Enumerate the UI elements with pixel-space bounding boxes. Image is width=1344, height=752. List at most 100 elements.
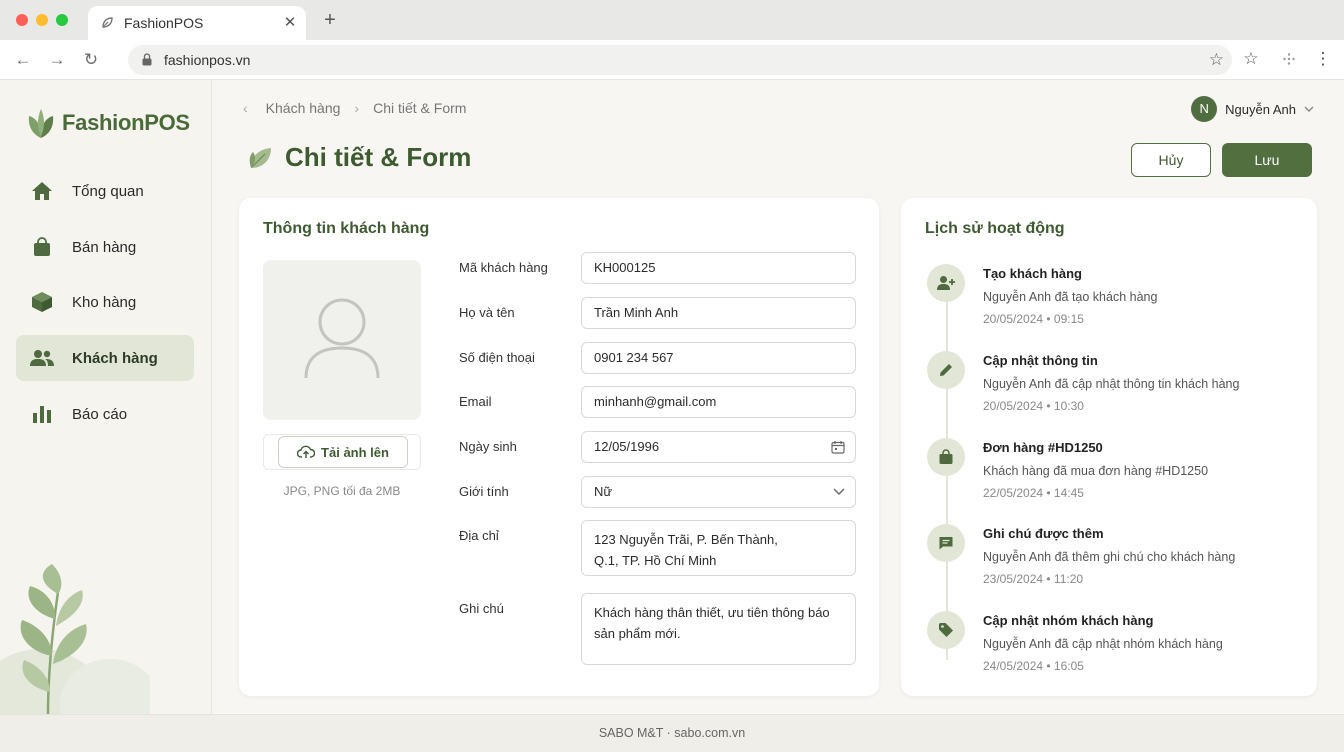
forward-icon[interactable]: → (46, 49, 68, 71)
users-icon (30, 346, 54, 370)
timeline-desc: Nguyễn Anh đã thêm ghi chú cho khách hàn… (983, 550, 1236, 564)
home-icon (30, 179, 54, 203)
browser-toolbar: ← → ↻ fashionpos.vn ☆ ☆ ⋮ (0, 40, 1344, 80)
timeline-item: Tạo khách hàng Nguyễn Anh đã tạo khách h… (927, 264, 1297, 344)
timeline-desc: Khách hàng đã mua đơn hàng #HD1250 (983, 464, 1209, 478)
extensions-icon[interactable] (1278, 49, 1300, 71)
customer-info-card: Thông tin khách hàng Tải ảnh lên JPG, PN… (239, 198, 879, 696)
full-name-field[interactable]: Trần Minh Anh (581, 297, 856, 329)
email-label: Email (459, 394, 492, 409)
chevron-down-icon (833, 488, 845, 495)
sidebar-item-reports[interactable]: Báo cáo (16, 391, 194, 437)
card-title: Thông tin khách hàng (263, 220, 430, 237)
code-label: Mã khách hàng (459, 260, 548, 275)
window-close-button[interactable] (16, 14, 28, 26)
chat-note-icon (927, 524, 965, 562)
breadcrumb-current: Chi tiết & Form (373, 100, 467, 116)
logo: FashionPOS (26, 106, 190, 140)
page-title: Chi tiết & Form (285, 142, 472, 172)
browser-tab[interactable]: FashionPOS ✕ (88, 6, 306, 40)
upload-hint: JPG, PNG tối đa 2MB (283, 484, 401, 498)
timeline-desc: Nguyễn Anh đã cập nhật thông tin khách h… (983, 377, 1240, 391)
sidebar-item-overview[interactable]: Tổng quan (16, 168, 194, 214)
plant-decoration-icon (0, 564, 150, 714)
sidebar-item-inventory[interactable]: Kho hàng (16, 279, 194, 325)
timeline-title: Đơn hàng #HD1250 (983, 440, 1103, 455)
avatar-placeholder (263, 260, 421, 420)
gender-select[interactable]: Nữ (581, 476, 856, 508)
timeline-time: 23/05/2024 • 11:20 (983, 572, 1084, 586)
phone-field[interactable]: 0901 234 567 (581, 342, 856, 374)
name-label: Họ và tên (459, 305, 515, 320)
note-label: Ghi chú (459, 601, 504, 616)
back-chevron-icon[interactable]: ‹ (243, 100, 248, 116)
pencil-icon (927, 351, 965, 389)
bookmark-star-icon[interactable]: ☆ (1209, 50, 1224, 70)
avatar: N (1191, 96, 1218, 122)
bookmarks-icon[interactable]: ☆ (1240, 49, 1262, 69)
shopping-bag-icon (927, 438, 965, 476)
timeline-title: Tạo khách hàng (983, 266, 1082, 281)
chevron-down-icon (1304, 106, 1314, 112)
leaf-icon (249, 147, 271, 168)
phone-label: Số điện thoại (459, 350, 535, 365)
note-field[interactable]: Khách hàng thân thiết, ưu tiên thông báo… (581, 593, 856, 665)
save-button[interactable]: Lưu (1222, 143, 1312, 177)
tab-close-icon[interactable]: ✕ (282, 13, 298, 31)
user-placeholder-icon (304, 298, 380, 379)
back-icon[interactable]: ← (12, 49, 34, 71)
footer: SABO M&T · sabo.com.vn (0, 714, 1344, 752)
cancel-button[interactable]: Hủy (1131, 143, 1211, 177)
window-maximize-button[interactable] (56, 14, 68, 26)
sidebar-item-label: Bán hàng (72, 238, 137, 256)
address-field[interactable]: 123 Nguyễn Trãi, P. Bến Thành, Q.1, TP. … (581, 520, 856, 576)
timeline-item: Cập nhật nhóm khách hàng Nguyễn Anh đã c… (927, 611, 1297, 691)
user-plus-icon (927, 264, 965, 302)
upload-label: Tải ảnh lên (321, 444, 389, 460)
logo-text: FashionPOS (62, 110, 190, 135)
upload-photo-button[interactable]: Tải ảnh lên (278, 436, 408, 468)
card-title: Lịch sử hoạt động (925, 220, 1065, 237)
sidebar: FashionPOS Tổng quan Bán hàng Kho hàng K… (0, 80, 212, 714)
reload-icon[interactable]: ↻ (80, 49, 102, 71)
breadcrumb: ‹ Khách hàng › Chi tiết & Form (243, 100, 466, 116)
customer-code-field[interactable]: KH000125 (581, 252, 856, 284)
birthday-label: Ngày sinh (459, 439, 517, 454)
timeline-item: Cập nhật thông tin Nguyễn Anh đã cập nhậ… (927, 351, 1297, 431)
bar-chart-icon (30, 402, 54, 426)
email-field[interactable]: minhanh@gmail.com (581, 386, 856, 418)
tab-title: FashionPOS (124, 15, 204, 31)
timeline-time: 20/05/2024 • 09:15 (983, 312, 1084, 326)
user-menu[interactable]: N Nguyễn Anh (1191, 96, 1314, 122)
new-tab-button[interactable]: + (320, 10, 340, 30)
browser-tab-bar: FashionPOS ✕ + (0, 0, 1344, 40)
timeline-title: Cập nhật thông tin (983, 353, 1098, 368)
activity-history-card: Lịch sử hoạt động Tạo khách hàng Nguyễn … (901, 198, 1317, 696)
user-name: Nguyễn Anh (1225, 101, 1296, 117)
box-icon (30, 290, 54, 314)
sidebar-item-label: Tổng quan (72, 182, 144, 200)
sidebar-item-customers[interactable]: Khách hàng (16, 335, 194, 381)
sidebar-item-sales[interactable]: Bán hàng (16, 224, 194, 270)
breadcrumb-link-customers[interactable]: Khách hàng (266, 100, 341, 116)
timeline-item: Đơn hàng #HD1250 Khách hàng đã mua đơn h… (927, 438, 1297, 518)
main-content: ‹ Khách hàng › Chi tiết & Form N Nguyễn … (213, 80, 1344, 714)
timeline-time: 22/05/2024 • 14:45 (983, 486, 1084, 500)
sidebar-item-label: Kho hàng (72, 293, 137, 311)
page-header: Chi tiết & Form (247, 142, 471, 173)
calendar-icon[interactable] (831, 440, 845, 454)
timeline-desc: Nguyễn Anh đã cập nhật nhóm khách hàng (983, 637, 1223, 651)
lock-icon (142, 53, 152, 66)
timeline-desc: Nguyễn Anh đã tạo khách hàng (983, 290, 1158, 304)
birthday-field[interactable]: 12/05/1996 (581, 431, 856, 463)
url-text: fashionpos.vn (164, 52, 251, 68)
timeline-title: Ghi chú được thêm (983, 526, 1104, 541)
timeline-item: Ghi chú được thêm Nguyễn Anh đã thêm ghi… (927, 524, 1297, 604)
menu-kebab-icon[interactable]: ⋮ (1312, 49, 1334, 69)
timeline-title: Cập nhật nhóm khách hàng (983, 613, 1154, 628)
sidebar-item-label: Báo cáo (72, 405, 128, 423)
window-minimize-button[interactable] (36, 14, 48, 26)
address-bar[interactable]: fashionpos.vn ☆ (128, 45, 1232, 75)
leaf-logo-icon (28, 109, 54, 138)
shopping-bag-icon (30, 235, 54, 259)
